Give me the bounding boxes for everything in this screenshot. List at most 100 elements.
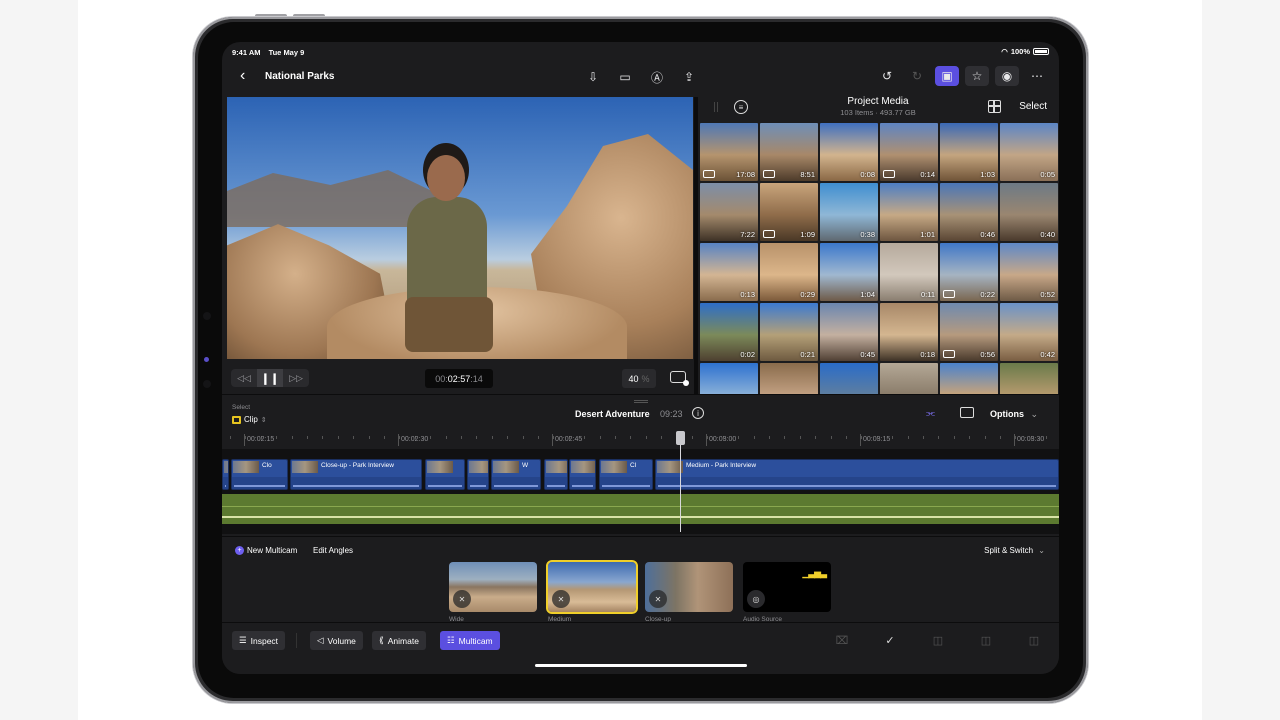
- inspect-button[interactable]: ☰ Inspect: [232, 631, 286, 650]
- photos-browser-button[interactable]: ▣: [935, 66, 959, 86]
- video-clip[interactable]: Medium - Park Interview: [655, 459, 1059, 490]
- volume-button[interactable]: ◁ Volume: [310, 631, 363, 650]
- audio-clip[interactable]: [222, 494, 1059, 524]
- select-button[interactable]: Select: [1019, 101, 1047, 112]
- grid-view-icon[interactable]: [988, 100, 1001, 113]
- camera-angle-button[interactable]: [960, 407, 974, 418]
- media-thumbnail[interactable]: 0:52: [1000, 243, 1058, 301]
- angle-medium[interactable]: ✕: [546, 560, 638, 614]
- video-clip[interactable]: Clo: [231, 459, 288, 490]
- ruler-major-tick: [706, 434, 707, 446]
- media-thumbnail[interactable]: 0:18: [880, 303, 938, 361]
- ruler-tick: [661, 436, 663, 439]
- angle-audio-source[interactable]: ▁▃▅▃ ◎: [743, 562, 831, 612]
- ruler-tick: [923, 436, 924, 439]
- split-button[interactable]: ◫: [929, 631, 947, 649]
- media-thumbnail[interactable]: 1:03: [940, 123, 998, 181]
- nav-bar: ‹ National Parks ⇩ ▭ Ⓐ ⇪ ↺ ↻ ▣ ☆ ◉ ⋯: [222, 62, 1059, 92]
- viewer-person: [407, 197, 487, 307]
- more-button[interactable]: ⋯: [1025, 66, 1049, 86]
- voiceover-button[interactable]: ◉: [995, 66, 1019, 86]
- media-thumbnail[interactable]: 8:51: [760, 123, 818, 181]
- clip-mode-selector[interactable]: Clip ⇕: [232, 415, 267, 424]
- camera-button[interactable]: ▭: [616, 68, 634, 86]
- undo-button[interactable]: ↺: [875, 66, 899, 86]
- ruler-tick: [846, 436, 847, 439]
- clip-thumbnail: [571, 461, 595, 473]
- back-button[interactable]: ‹: [240, 67, 245, 85]
- mute-icon[interactable]: ✕: [552, 590, 570, 608]
- redo-button[interactable]: ↻: [905, 66, 929, 86]
- timeline-ruler[interactable]: 00:02:15 00:02:30 00:02:45 00:03:00 00:03:15…: [222, 431, 1059, 449]
- audio-source-icon[interactable]: ◎: [747, 590, 765, 608]
- video-clip[interactable]: Close-up - Park Interview: [290, 459, 422, 490]
- media-thumbnail[interactable]: 0:05: [1000, 123, 1058, 181]
- multicam-button[interactable]: ☷ Multicam: [440, 631, 500, 650]
- clip-waveform: [656, 477, 1058, 489]
- trim-left-button[interactable]: ◫: [977, 631, 995, 649]
- video-clip[interactable]: W: [491, 459, 541, 490]
- video-clip[interactable]: [467, 459, 489, 490]
- share-button[interactable]: ⇪: [680, 68, 698, 86]
- delete-button[interactable]: ⌧: [833, 631, 851, 649]
- animate-button[interactable]: ⟪ Animate: [372, 631, 426, 650]
- video-clip[interactable]: [222, 459, 229, 490]
- titles-effects-button[interactable]: ☆: [965, 66, 989, 86]
- playhead-handle[interactable]: [676, 431, 685, 445]
- media-thumbnail[interactable]: 1:04: [820, 243, 878, 301]
- import-button[interactable]: ⇩: [584, 68, 602, 86]
- media-thumbnail[interactable]: 0:45: [820, 303, 878, 361]
- trim-right-button[interactable]: ◫: [1025, 631, 1043, 649]
- options-menu[interactable]: Options ⌄: [990, 409, 1038, 420]
- media-thumbnail[interactable]: 0:56: [940, 303, 998, 361]
- media-thumbnail[interactable]: 0:46: [940, 183, 998, 241]
- new-multicam-button[interactable]: + New Multicam: [235, 546, 297, 555]
- pause-button[interactable]: ❙❙: [257, 369, 283, 387]
- markup-button[interactable]: Ⓐ: [648, 68, 666, 86]
- timeline-resize-handle[interactable]: [634, 400, 648, 403]
- viewer-zoom[interactable]: 40 %: [622, 369, 656, 388]
- media-thumbnail[interactable]: 17:08: [700, 123, 758, 181]
- media-thumbnail[interactable]: 1:09: [760, 183, 818, 241]
- media-thumbnail[interactable]: 0:40: [1000, 183, 1058, 241]
- ruler-tick: [692, 436, 693, 439]
- split-switch-menu[interactable]: Split & Switch ⌄: [984, 546, 1045, 555]
- info-button[interactable]: i: [692, 407, 704, 419]
- done-button[interactable]: ✓: [881, 631, 899, 649]
- media-thumbnail[interactable]: 0:13: [700, 243, 758, 301]
- angle-close-up[interactable]: ✕: [645, 562, 733, 612]
- media-thumbnail[interactable]: 0:42: [1000, 303, 1058, 361]
- playhead[interactable]: [680, 445, 681, 532]
- filter-button[interactable]: ≡: [734, 100, 748, 114]
- rewind-button[interactable]: ◁◁: [231, 369, 257, 387]
- media-thumbnail[interactable]: 0:29: [760, 243, 818, 301]
- media-thumbnail[interactable]: 0:14: [880, 123, 938, 181]
- mute-icon[interactable]: ✕: [649, 590, 667, 608]
- media-thumbnail[interactable]: 0:08: [820, 123, 878, 181]
- ruler-tick: [384, 436, 385, 439]
- media-thumbnail[interactable]: 0:22: [940, 243, 998, 301]
- viewer-options-icon[interactable]: [670, 371, 689, 386]
- snapping-button[interactable]: ⫘: [926, 408, 935, 419]
- video-clip[interactable]: [544, 459, 568, 490]
- video-viewer[interactable]: [227, 97, 693, 359]
- ruler-tick: [830, 436, 832, 439]
- media-thumbnail[interactable]: 0:21: [760, 303, 818, 361]
- media-thumbnail[interactable]: 0:02: [700, 303, 758, 361]
- home-indicator[interactable]: [535, 664, 747, 667]
- video-clip[interactable]: Cl: [599, 459, 653, 490]
- edit-angles-button[interactable]: Edit Angles: [313, 546, 353, 555]
- timeline-tracks[interactable]: Clo Close-up - Park Interview W Cl Medium - …: [222, 449, 1059, 534]
- fast-forward-button[interactable]: ▷▷: [283, 369, 309, 387]
- media-thumbnail[interactable]: 1:01: [880, 183, 938, 241]
- drag-handle-icon[interactable]: [714, 102, 718, 112]
- angle-wide[interactable]: ✕: [449, 562, 537, 612]
- clip-thumbnail: [546, 461, 567, 473]
- media-thumbnail[interactable]: 0:11: [880, 243, 938, 301]
- mute-icon[interactable]: ✕: [453, 590, 471, 608]
- media-thumbnail[interactable]: 0:38: [820, 183, 878, 241]
- video-clip[interactable]: [425, 459, 465, 490]
- media-thumbnail[interactable]: 7:22: [700, 183, 758, 241]
- video-clip[interactable]: [569, 459, 596, 490]
- thumbnail-duration: 8:51: [800, 170, 815, 179]
